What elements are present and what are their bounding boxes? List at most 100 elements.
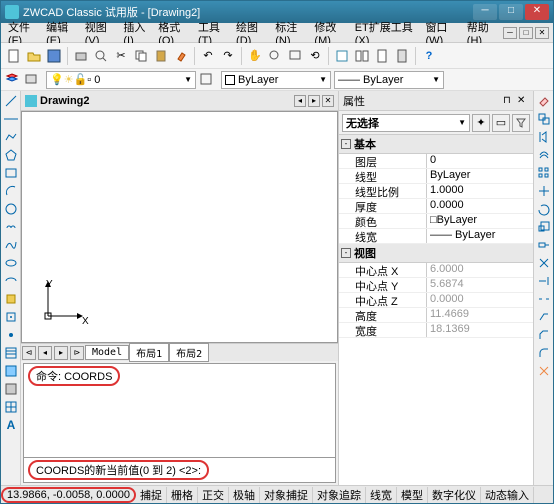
- tab-prev[interactable]: ◂: [38, 346, 52, 360]
- polygon-icon[interactable]: [3, 147, 19, 163]
- status-otrack[interactable]: 对象追踪: [313, 487, 366, 503]
- line-icon[interactable]: [3, 93, 19, 109]
- props-select-icon[interactable]: ▭: [492, 114, 510, 132]
- zoom-rt-icon[interactable]: [266, 47, 284, 65]
- drawing-canvas[interactable]: Y X: [21, 111, 338, 343]
- break-icon[interactable]: [536, 291, 552, 307]
- mirror-icon[interactable]: [536, 129, 552, 145]
- status-lwt[interactable]: 线宽: [366, 487, 397, 503]
- region-icon[interactable]: [3, 381, 19, 397]
- paste-icon[interactable]: [152, 47, 170, 65]
- tool-pal-icon[interactable]: [373, 47, 391, 65]
- rect-icon[interactable]: [3, 165, 19, 181]
- props-pin-icon[interactable]: ⊓: [503, 95, 515, 107]
- print-icon[interactable]: [72, 47, 90, 65]
- hatch-icon[interactable]: [3, 345, 19, 361]
- status-grid[interactable]: 栅格: [167, 487, 198, 503]
- preview-icon[interactable]: [92, 47, 110, 65]
- pan-icon[interactable]: ✋: [246, 47, 264, 65]
- circle-icon[interactable]: [3, 201, 19, 217]
- layers-toolbar: 💡☀🔓▫ 0 ▼ ByLayer ▼ —— ByLayer ▼: [1, 69, 553, 91]
- redo-icon[interactable]: ↷: [219, 47, 237, 65]
- block-icon[interactable]: [3, 309, 19, 325]
- props-icon[interactable]: [333, 47, 351, 65]
- props-close-icon[interactable]: ✕: [517, 95, 529, 107]
- new-icon[interactable]: [5, 47, 23, 65]
- tab-layout1[interactable]: 布局1: [129, 343, 169, 362]
- help-icon[interactable]: ?: [420, 47, 438, 65]
- xline-icon[interactable]: [3, 111, 19, 127]
- mdi-close-button[interactable]: ✕: [535, 27, 549, 39]
- tab-first[interactable]: ⊲: [22, 346, 36, 360]
- copy2-icon[interactable]: [536, 111, 552, 127]
- stretch-icon[interactable]: [536, 237, 552, 253]
- pline-icon[interactable]: [3, 129, 19, 145]
- doc-name[interactable]: Drawing2: [40, 95, 90, 107]
- ellipse-arc-icon[interactable]: [3, 273, 19, 289]
- gradient-icon[interactable]: [3, 363, 19, 379]
- status-tablet[interactable]: 数字化仪: [428, 487, 481, 503]
- group-toggle[interactable]: -: [341, 248, 351, 258]
- status-dyn[interactable]: 动态输入: [481, 487, 534, 503]
- props-quick-icon[interactable]: ✦: [472, 114, 490, 132]
- tab-next[interactable]: ▸: [54, 346, 68, 360]
- save-icon[interactable]: [45, 47, 63, 65]
- calc-icon[interactable]: [393, 47, 411, 65]
- rotate-icon[interactable]: [536, 201, 552, 217]
- layer-mgr-icon[interactable]: [5, 72, 21, 88]
- zoom-prev-icon[interactable]: ⟲: [306, 47, 324, 65]
- insert-icon[interactable]: [3, 291, 19, 307]
- doc-nav-right[interactable]: ▸: [308, 95, 320, 107]
- join-icon[interactable]: [536, 309, 552, 325]
- trim-icon[interactable]: [536, 255, 552, 271]
- status-coords[interactable]: 13.9866, -0.0058, 0.0000: [1, 487, 136, 503]
- chamfer-icon[interactable]: [536, 327, 552, 343]
- erase-icon[interactable]: [536, 93, 552, 109]
- array-icon[interactable]: [536, 165, 552, 181]
- doc-nav-left[interactable]: ◂: [294, 95, 306, 107]
- status-osnap[interactable]: 对象捕捉: [260, 487, 313, 503]
- props-selector[interactable]: 无选择▼: [342, 114, 470, 132]
- copy-icon[interactable]: [132, 47, 150, 65]
- table-icon[interactable]: [3, 399, 19, 415]
- group-toggle[interactable]: -: [341, 139, 351, 149]
- status-snap[interactable]: 捕捉: [136, 487, 167, 503]
- offset-icon[interactable]: [536, 147, 552, 163]
- ucs-icon: [40, 274, 90, 324]
- arc-icon[interactable]: [3, 183, 19, 199]
- zoom-win-icon[interactable]: [286, 47, 304, 65]
- spline-icon[interactable]: [3, 237, 19, 253]
- ellipse-icon[interactable]: [3, 255, 19, 271]
- tab-layout2[interactable]: 布局2: [169, 343, 209, 362]
- scale-icon[interactable]: [536, 219, 552, 235]
- mdi-restore-button[interactable]: □: [519, 27, 533, 39]
- layer-prev-icon[interactable]: [24, 72, 40, 88]
- layer-combo[interactable]: 💡☀🔓▫ 0 ▼: [46, 71, 196, 89]
- move-icon[interactable]: [536, 183, 552, 199]
- fillet-icon[interactable]: [536, 345, 552, 361]
- tab-last[interactable]: ⊳: [70, 346, 84, 360]
- undo-icon[interactable]: ↶: [199, 47, 217, 65]
- revcloud-icon[interactable]: [3, 219, 19, 235]
- close-button[interactable]: ✕: [525, 4, 549, 20]
- point-icon[interactable]: [3, 327, 19, 343]
- mtext-icon[interactable]: A: [3, 417, 19, 433]
- status-polar[interactable]: 极轴: [229, 487, 260, 503]
- status-ortho[interactable]: 正交: [198, 487, 229, 503]
- match-icon[interactable]: [172, 47, 190, 65]
- layer-match-icon[interactable]: [199, 72, 215, 88]
- tab-model[interactable]: Model: [85, 345, 129, 360]
- doc-nav-close[interactable]: ✕: [322, 95, 334, 107]
- props-filter-icon[interactable]: [512, 114, 530, 132]
- explode-icon[interactable]: [536, 363, 552, 379]
- status-bar: 13.9866, -0.0058, 0.0000 捕捉 栅格 正交 极轴 对象捕…: [1, 485, 553, 503]
- dc-icon[interactable]: [353, 47, 371, 65]
- command-line[interactable]: COORDS的新当前值(0 到 2) <2>:: [24, 457, 335, 482]
- cut-icon[interactable]: ✂: [112, 47, 130, 65]
- status-model[interactable]: 模型: [397, 487, 428, 503]
- open-icon[interactable]: [25, 47, 43, 65]
- extend-icon[interactable]: [536, 273, 552, 289]
- mdi-min-button[interactable]: ─: [503, 27, 517, 39]
- color-combo[interactable]: ByLayer ▼: [221, 71, 331, 89]
- linetype-combo[interactable]: —— ByLayer ▼: [334, 71, 444, 89]
